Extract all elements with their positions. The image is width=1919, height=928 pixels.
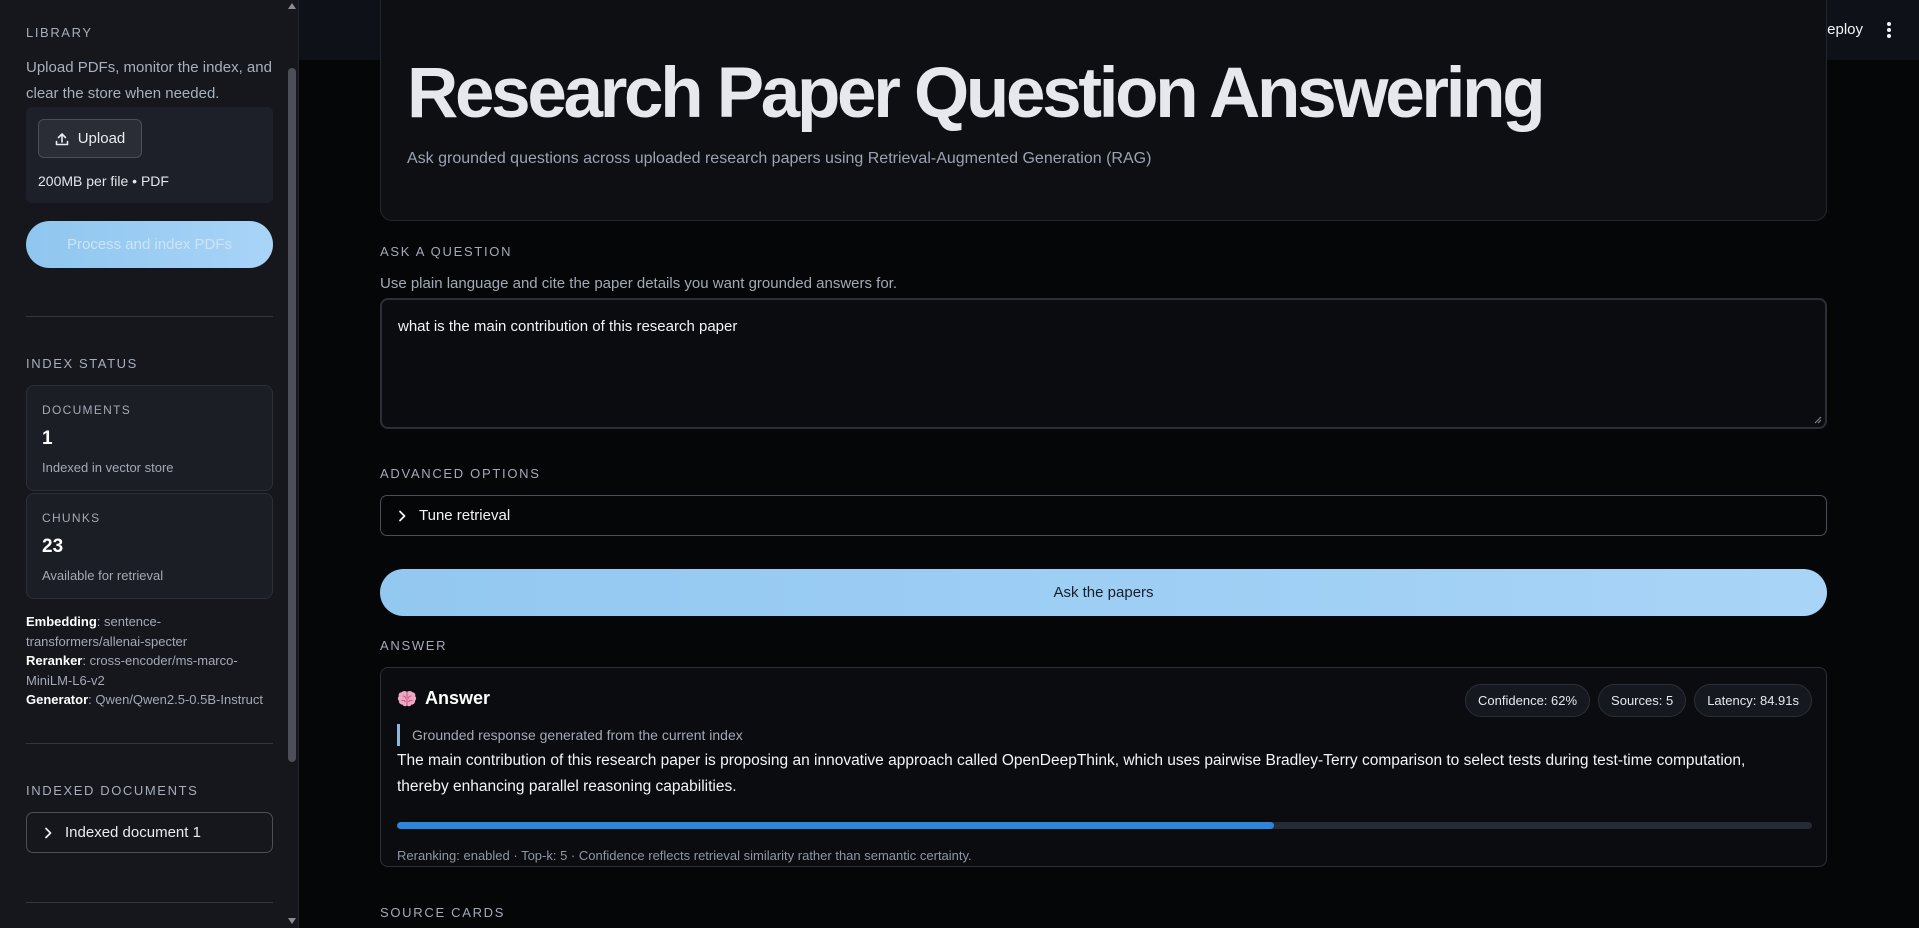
confidence-bar-fill (397, 822, 1275, 829)
answer-text: The main contribution of this research p… (397, 752, 1746, 795)
embedding-model: Embedding: sentence-transformers/allenai… (26, 614, 188, 649)
answer-title: Answer (425, 688, 491, 708)
page-title: Research Paper Question Answering (407, 54, 1546, 133)
tune-retrieval-label: Tune retrieval (419, 507, 511, 524)
sidebar-scrollbar[interactable] (286, 0, 298, 928)
question-text: what is the main contribution of this re… (398, 318, 738, 335)
confidence-badge: Confidence: 62% (1465, 684, 1591, 717)
hero-card: Research Paper Question Answering Ask gr… (380, 0, 1827, 221)
answer-section-label: ANSWER (380, 638, 448, 653)
process-index-button[interactable]: Process and index PDFs (26, 221, 273, 268)
sidebar: LIBRARY Upload PDFs, monitor the index, … (0, 0, 299, 928)
chunks-metric-label: CHUNKS (42, 511, 101, 525)
chunks-metric-value: 23 (42, 536, 64, 557)
upload-button[interactable]: Upload (38, 119, 142, 158)
advanced-options-label: ADVANCED OPTIONS (380, 466, 541, 481)
question-textarea[interactable]: what is the main contribution of this re… (380, 298, 1827, 429)
sidebar-divider (26, 902, 273, 903)
chunks-metric-card: CHUNKS 23 Available for retrieval (26, 493, 273, 599)
question-hint: Use plain language and cite the paper de… (380, 275, 898, 292)
library-heading: LIBRARY (26, 25, 93, 40)
chevron-right-icon (45, 827, 52, 838)
ask-papers-button[interactable]: Ask the papers (380, 569, 1827, 616)
answer-heading: Answer (397, 688, 490, 709)
upload-button-label: Upload (77, 130, 126, 147)
ask-question-label: ASK A QUESTION (380, 244, 513, 259)
chevron-right-icon (399, 510, 406, 521)
latency-badge: Latency: 84.91s (1694, 684, 1812, 717)
scroll-thumb[interactable] (288, 68, 296, 762)
answer-card: Answer Confidence: 62% Sources: 5 Latenc… (380, 667, 1827, 867)
resize-handle-icon[interactable] (1814, 416, 1822, 424)
documents-metric-card: DOCUMENTS 1 Indexed in vector store (26, 385, 273, 491)
upload-icon (55, 132, 69, 145)
indexed-documents-heading: INDEXED DOCUMENTS (26, 783, 199, 798)
indexed-document-expander[interactable]: Indexed document 1 (26, 812, 273, 853)
index-status-heading: INDEX STATUS (26, 356, 138, 371)
sources-badge: Sources: 5 (1598, 684, 1687, 717)
documents-metric-sub: Indexed in vector store (42, 460, 174, 475)
file-uploader[interactable]: Upload 200MB per file • PDF (26, 107, 273, 203)
source-cards-label: SOURCE CARDS (380, 905, 506, 920)
brain-icon (397, 690, 417, 706)
reranker-model: Reranker: cross-encoder/ms-marco-MiniLM-… (26, 653, 238, 688)
documents-metric-label: DOCUMENTS (42, 403, 132, 417)
scroll-down-arrow-icon[interactable] (288, 918, 296, 924)
model-info: Embedding: sentence-transformers/allenai… (26, 612, 273, 710)
upload-limit-text: 200MB per file • PDF (38, 173, 169, 189)
generator-model: Generator: Qwen/Qwen2.5-0.5B-Instruct (26, 692, 263, 708)
page-subtitle: Ask grounded questions across uploaded r… (407, 150, 1152, 167)
tune-retrieval-expander[interactable]: Tune retrieval (380, 495, 1827, 536)
sidebar-divider (26, 743, 273, 744)
main-menu-icon[interactable] (1887, 22, 1891, 38)
library-description: Upload PDFs, monitor the index, and clea… (26, 59, 272, 102)
answer-stats: Confidence: 62% Sources: 5 Latency: 84.9… (1465, 684, 1812, 717)
answer-note: Grounded response generated from the cur… (397, 724, 743, 746)
indexed-document-label: Indexed document 1 (65, 824, 201, 841)
sidebar-divider (26, 316, 273, 317)
answer-meta: Reranking: enabled · Top-k: 5 · Confiden… (397, 848, 972, 863)
chunks-metric-sub: Available for retrieval (42, 568, 164, 583)
documents-metric-value: 1 (42, 428, 53, 449)
scroll-up-arrow-icon[interactable] (288, 3, 296, 9)
confidence-bar (397, 822, 1812, 829)
